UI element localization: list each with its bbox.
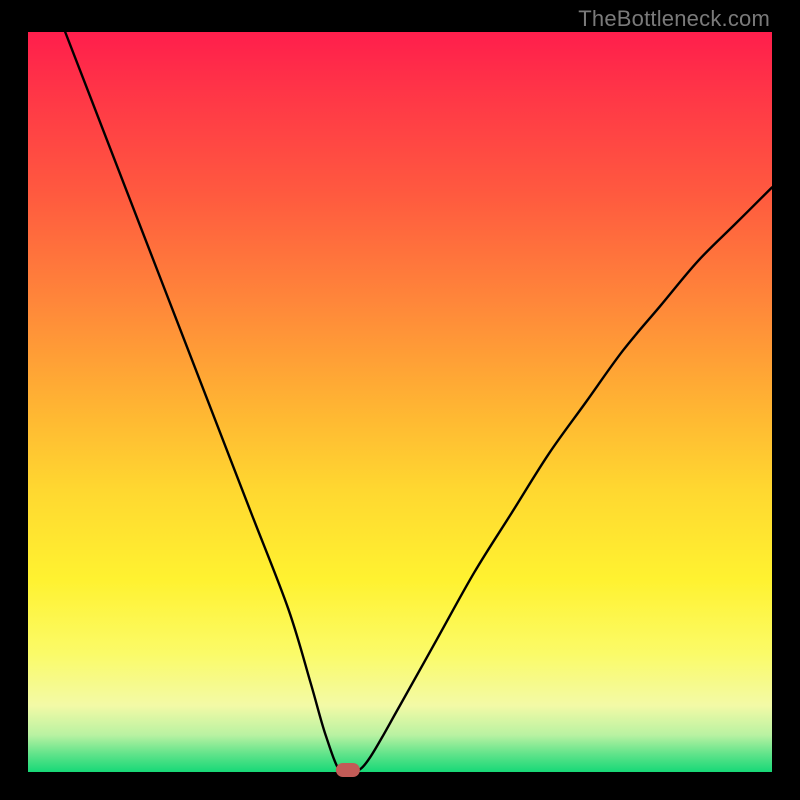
plot-area <box>28 32 772 772</box>
bottleneck-curve <box>65 32 772 775</box>
chart-frame: TheBottleneck.com <box>0 0 800 800</box>
minimum-marker <box>336 763 360 777</box>
curve-svg <box>28 32 772 772</box>
watermark-text: TheBottleneck.com <box>578 6 770 32</box>
